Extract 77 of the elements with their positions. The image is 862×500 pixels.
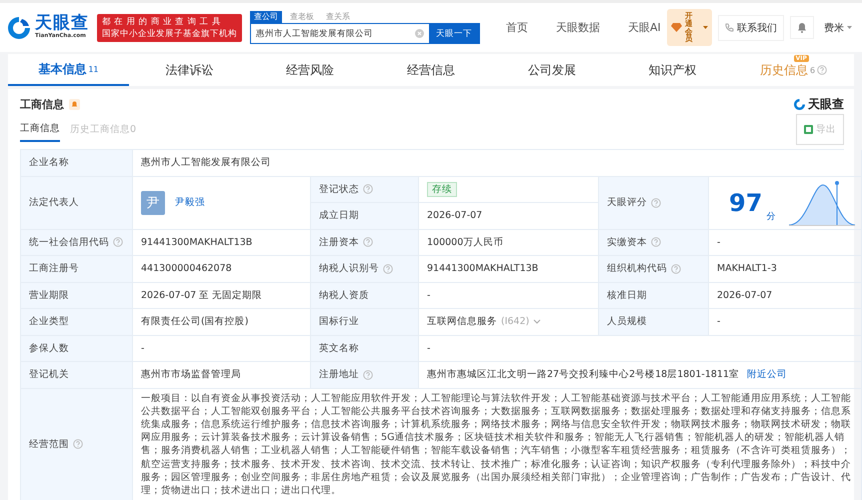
field-label: 注册地址: [319, 368, 359, 382]
nav-link[interactable]: 天眼AI: [628, 20, 661, 35]
spreadsheet-icon: [804, 124, 813, 134]
section-tab[interactable]: 公司发展: [491, 54, 612, 86]
logo-text[interactable]: 天眼查: [35, 15, 89, 32]
field-label: 注册资本: [319, 236, 359, 249]
field-value: 2026-07-07: [709, 282, 862, 309]
nearby-link[interactable]: 附近公司: [747, 368, 788, 382]
help-icon[interactable]: [817, 65, 828, 75]
score-unit: 分: [766, 210, 776, 222]
business-scope-text: 一般项目：以自有资金从事投资活动；人工智能应用软件开发；人工智能理论与算法软件开发；人工智能基础资源与技术平台；人工智能通用应用系统；人工智能公共数据平台；人工智能双创服务平台；人工智能公共服务平台技术咨询服务；大数据服务；互联网数据服务；数据处理服务；数据处理和存储支持服务；信息系统集成服务；信息系统运行维护服务；信息技术咨询服务；计算机系统服务；网络技术服务；网络与信息安全软件开发；物联网技术服务；物联网技术研发；物联网应用服务；云计算装备技术服务；云计算设备销售；5G通信技术服务；区块链技术相关软件和服务；智能无人飞行器销售；智能机器人的研发；智能机器人销售；服务消费机器人销售；工业机器人销售；人工智能硬件销售；智能车载设备销售；汽车销售；小微型客车租赁经营服务；租赁服务（不含许可类租赁服务）；航空运营支持服务；技术服务、技术开发、技术咨询、技术交流、技术转让、技术推广；标准化服务；认证咨询；知识产权服务（专利代理服务除外）；科技中介服务；园区管理服务；创业空间服务；非居住房地产租赁；会议及展览服务（出国办展须经相关部门审批）；企业管理咨询；广告制作；广告发布；广告设计、代理；货物进出口；技术进出口；进出口代理。: [133, 388, 862, 500]
field-value: -: [709, 309, 862, 336]
field-label: 登记机关: [29, 368, 69, 382]
search-tab[interactable]: 查公司: [250, 11, 282, 23]
help-icon[interactable]: [363, 370, 373, 380]
bell-icon[interactable]: [69, 98, 80, 110]
field-value: -: [419, 336, 862, 362]
field-label: 法定代表人: [29, 196, 79, 209]
help-icon[interactable]: [363, 237, 373, 248]
field-label: 国标行业: [319, 315, 359, 328]
bell-curve-drawing: [787, 178, 858, 226]
section-tab[interactable]: 经营信息: [370, 54, 492, 86]
section-tab[interactable]: 经营风险: [250, 54, 371, 86]
field-label: 企业名称: [29, 156, 69, 170]
field-label: 统一社会信用代码: [29, 236, 109, 249]
field-label: 纳税人资质: [319, 288, 369, 302]
help-icon[interactable]: [671, 264, 681, 274]
field-label: 核准日期: [607, 288, 647, 302]
phone-icon: [725, 23, 734, 32]
logo-icon: [793, 98, 806, 110]
field-label: 参保人数: [29, 342, 69, 355]
field-value: 互联网信息服务: [427, 315, 497, 328]
sub-tab[interactable]: 工商信息: [20, 116, 60, 142]
nav-link[interactable]: 首页: [506, 20, 528, 35]
field-label: 实缴资本: [607, 236, 647, 249]
field-label: 登记状态: [319, 182, 359, 196]
field-label: 纳税人识别号: [319, 262, 379, 276]
field-label: 经营范围: [29, 438, 69, 451]
chevron-icon[interactable]: [533, 319, 542, 324]
help-icon[interactable]: [383, 264, 393, 274]
field-label: 组织机构代码: [607, 262, 667, 276]
field-value: 2026-07-07: [419, 203, 599, 230]
help-icon[interactable]: [363, 184, 373, 194]
section-tab[interactable]: 知识产权: [612, 54, 734, 86]
field-label: 天眼评分: [607, 196, 647, 209]
field-value: -: [709, 230, 862, 256]
field-value: 惠州市惠城区江北文明一路27号交投利臻中心2号楼18层1801-1811室: [427, 368, 740, 382]
caret-icon: [847, 26, 852, 29]
user-menu[interactable]: 费米: [820, 16, 856, 38]
brand-text: 天眼查: [808, 96, 844, 112]
field-label: 成立日期: [319, 209, 359, 222]
field-label: 人员规模: [607, 315, 647, 328]
nav-link[interactable]: 天眼数据: [556, 20, 600, 35]
field-value: MAKHALT1-3: [709, 256, 862, 282]
contact-button[interactable]: 联系我们: [718, 14, 784, 40]
help-icon[interactable]: [651, 198, 661, 208]
section-title: 工商信息: [20, 96, 64, 112]
score-value: 97: [729, 188, 762, 216]
avatar: 尹: [141, 190, 165, 214]
field-label: 工商注册号: [29, 262, 79, 276]
logo-icon[interactable]: [6, 14, 32, 40]
person-link[interactable]: 尹毅强: [175, 196, 205, 209]
help-icon[interactable]: [651, 237, 661, 248]
tab-count: 6: [810, 66, 816, 74]
help-icon[interactable]: [73, 439, 83, 450]
status-badge: 存续: [427, 182, 457, 197]
caret-icon: [703, 26, 708, 29]
diamond-icon: [671, 23, 682, 32]
industry-code: (I642): [501, 316, 530, 328]
help-icon[interactable]: [113, 237, 123, 248]
section-tab[interactable]: 法律诉讼: [128, 54, 250, 86]
slogan-banner: 都在用的商业查询工具 国家中小企业发展子基金旗下机构: [97, 14, 242, 42]
field-label: 英文名称: [319, 342, 359, 355]
field-label: 企业类型: [29, 315, 69, 328]
field-label: 营业期限: [29, 288, 69, 302]
tab-count: 11: [88, 64, 99, 74]
bell-icon[interactable]: [797, 22, 807, 33]
